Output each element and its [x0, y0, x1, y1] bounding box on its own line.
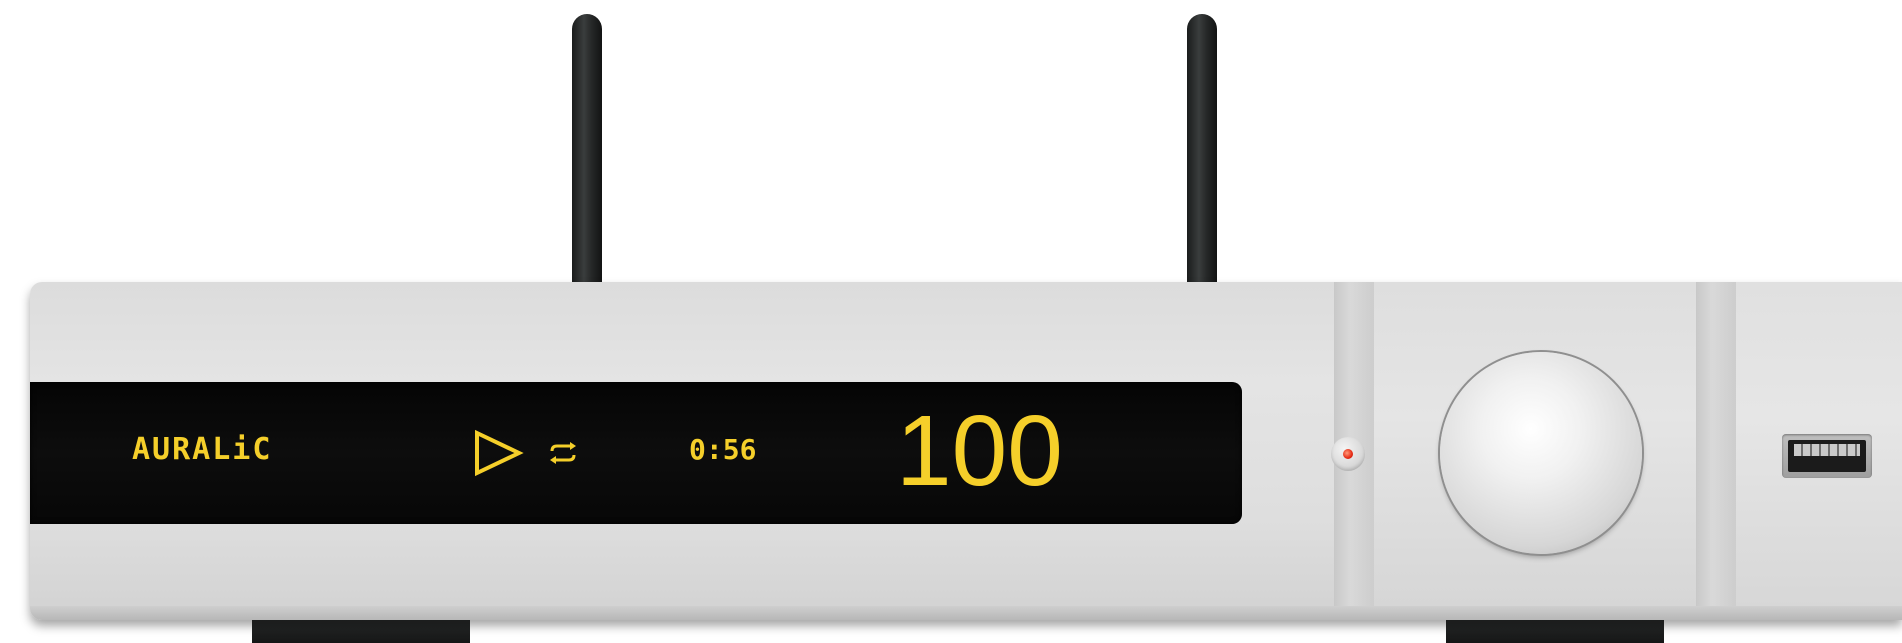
repeat-icon — [550, 442, 576, 464]
right-antenna — [1187, 14, 1217, 286]
status-led — [1331, 437, 1365, 471]
volume-knob[interactable] — [1440, 352, 1642, 554]
usb-slot — [1788, 440, 1866, 472]
usb-port — [1782, 434, 1872, 478]
right-foot — [1446, 618, 1664, 643]
usb-contacts — [1794, 444, 1860, 456]
left-antenna — [572, 14, 602, 286]
elapsed-time: 0:56 — [689, 433, 757, 466]
chassis-bottom-edge — [30, 606, 1902, 620]
left-foot — [252, 618, 470, 643]
front-groove-right — [1696, 282, 1736, 620]
product-photo: AURALiC 0:56 100 — [0, 0, 1902, 643]
volume-level: 100 — [896, 395, 1063, 507]
play-icon — [475, 429, 524, 477]
led-light — [1343, 449, 1353, 459]
front-display: AURALiC 0:56 100 — [30, 382, 1242, 524]
brand-logo-text: AURALiC — [132, 432, 273, 467]
